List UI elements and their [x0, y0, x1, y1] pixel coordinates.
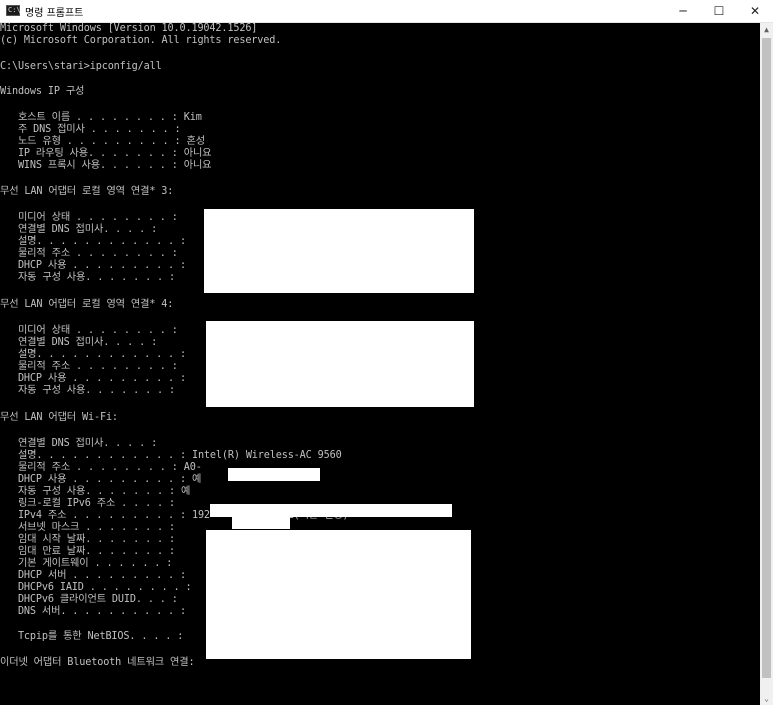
redaction-block: [204, 209, 474, 293]
console-line: 자동 구성 사용. . . . . . . :: [0, 272, 176, 283]
console-line: 자동 구성 사용. . . . . . . :: [0, 385, 176, 396]
cmd-icon: C:\: [6, 5, 21, 16]
console-line: Microsoft Windows [Version 10.0.19042.15…: [0, 23, 258, 34]
console-line: 설명. . . . . . . . . . . . : Intel(R) Wir…: [0, 450, 342, 461]
console-line: 연결별 DNS 접미사. . . . :: [0, 438, 158, 449]
minimize-button[interactable]: ─: [665, 0, 701, 22]
console-line: (c) Microsoft Corporation. All rights re…: [0, 35, 282, 46]
console-line: DHCP 사용 . . . . . . . . . :: [0, 260, 186, 271]
console-line: DHCP 서버 . . . . . . . . . :: [0, 570, 186, 581]
console-line: DHCPv6 IAID . . . . . . . . :: [0, 582, 192, 593]
console-line: 서브넷 마스크 . . . . . . . :: [0, 522, 176, 533]
console-line: 이더넷 어댑터 Bluetooth 네트워크 연결:: [0, 657, 195, 668]
console-line: DNS 서버. . . . . . . . . . :: [0, 606, 186, 617]
console-line: 물리적 주소 . . . . . . . . :: [0, 361, 178, 372]
console-line: 물리적 주소 . . . . . . . . : A0-: [0, 462, 202, 473]
console-line: 설명. . . . . . . . . . . . :: [0, 236, 186, 247]
redaction-block: [228, 468, 320, 481]
console-line: 미디어 상태 . . . . . . . . :: [0, 212, 178, 223]
console-line: 물리적 주소 . . . . . . . . :: [0, 248, 178, 259]
redaction-block: [206, 321, 474, 407]
console-line: 노드 유형 . . . . . . . . . : 혼성: [0, 136, 205, 147]
console-line: 연결별 DNS 접미사. . . . :: [0, 337, 158, 348]
console-line: 무선 LAN 어댑터 로컬 영역 연결* 3:: [0, 186, 174, 197]
scroll-up-arrow-icon[interactable]: ▲: [760, 23, 773, 36]
console-line: IP 라우팅 사용. . . . . . . : 아니요: [0, 148, 212, 159]
redaction-block: [232, 516, 290, 529]
console-line: 링크-로컬 IPv6 주소 . . . . :: [0, 498, 176, 509]
console-output[interactable]: Microsoft Windows [Version 10.0.19042.15…: [0, 23, 760, 705]
console-line: DHCP 사용 . . . . . . . . . : 예: [0, 474, 202, 485]
console-line: WINS 프록시 사용. . . . . . : 아니요: [0, 160, 212, 171]
console-line: DHCP 사용 . . . . . . . . . :: [0, 373, 186, 384]
console-line: Tcpip를 통한 NetBIOS. . . . :: [0, 631, 184, 642]
console-line: C:\Users\stari>ipconfig/all: [0, 61, 162, 72]
redaction-block: [206, 530, 471, 659]
console-line: DHCPv6 클라이언트 DUID. . . :: [0, 594, 178, 605]
console-line: 무선 LAN 어댑터 Wi-Fi:: [0, 412, 118, 423]
title-bar: C:\ 명령 프롬프트 ─ ☐ ✕: [0, 0, 773, 23]
console-line: 임대 만료 날짜. . . . . . . :: [0, 546, 176, 557]
console-line: 호스트 이름 . . . . . . . . : Kim: [0, 112, 202, 123]
scroll-down-arrow-icon[interactable]: ⌄: [760, 692, 773, 705]
maximize-button[interactable]: ☐: [701, 0, 737, 22]
close-button[interactable]: ✕: [737, 0, 773, 22]
window-title: 명령 프롬프트: [25, 8, 84, 19]
scrollbar-thumb[interactable]: [762, 38, 771, 678]
console-line: 주 DNS 접미사 . . . . . . . :: [0, 124, 181, 135]
console-line: 무선 LAN 어댑터 로컬 영역 연결* 4:: [0, 299, 174, 310]
console-line: 임대 시작 날짜. . . . . . . :: [0, 534, 176, 545]
vertical-scrollbar[interactable]: ▲ ⌄: [760, 23, 773, 705]
console-line: Windows IP 구성: [0, 86, 85, 97]
console-line: 연결별 DNS 접미사. . . . :: [0, 224, 158, 235]
console-line: 자동 구성 사용. . . . . . . : 예: [0, 486, 191, 497]
console-line: 기본 게이트웨이 . . . . . . :: [0, 558, 173, 569]
console-line: 설명. . . . . . . . . . . . :: [0, 349, 186, 360]
console-line: 미디어 상태 . . . . . . . . :: [0, 325, 178, 336]
